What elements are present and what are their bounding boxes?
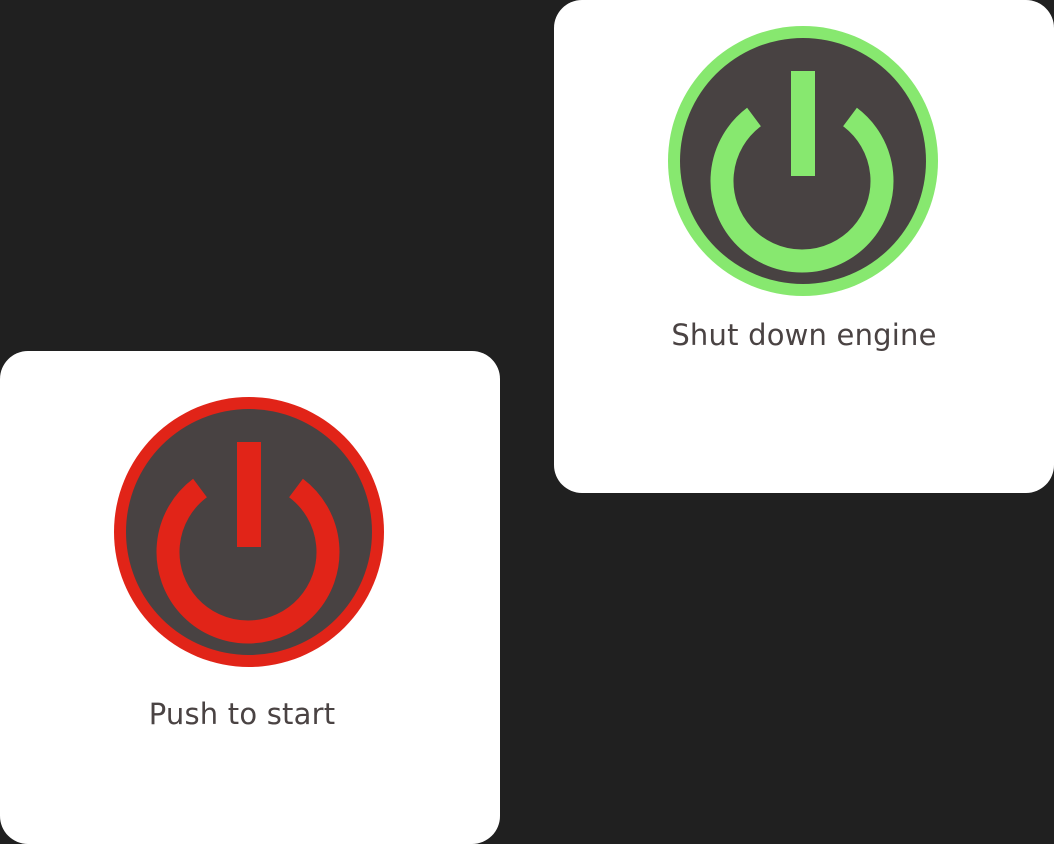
push-to-start-card[interactable]: Push to start (0, 351, 500, 844)
power-symbol-line (237, 442, 261, 547)
power-icon (668, 26, 938, 296)
push-to-start-label: Push to start (148, 697, 336, 731)
power-icon (114, 397, 384, 667)
shutdown-engine-card[interactable]: Shut down engine (554, 0, 1054, 493)
engine-control-stage: Shut down engine Push to start (0, 0, 1054, 844)
shutdown-engine-label: Shut down engine (671, 318, 937, 352)
shutdown-engine-button[interactable] (668, 26, 938, 296)
push-to-start-button[interactable] (114, 397, 384, 667)
power-symbol-line (791, 71, 815, 176)
